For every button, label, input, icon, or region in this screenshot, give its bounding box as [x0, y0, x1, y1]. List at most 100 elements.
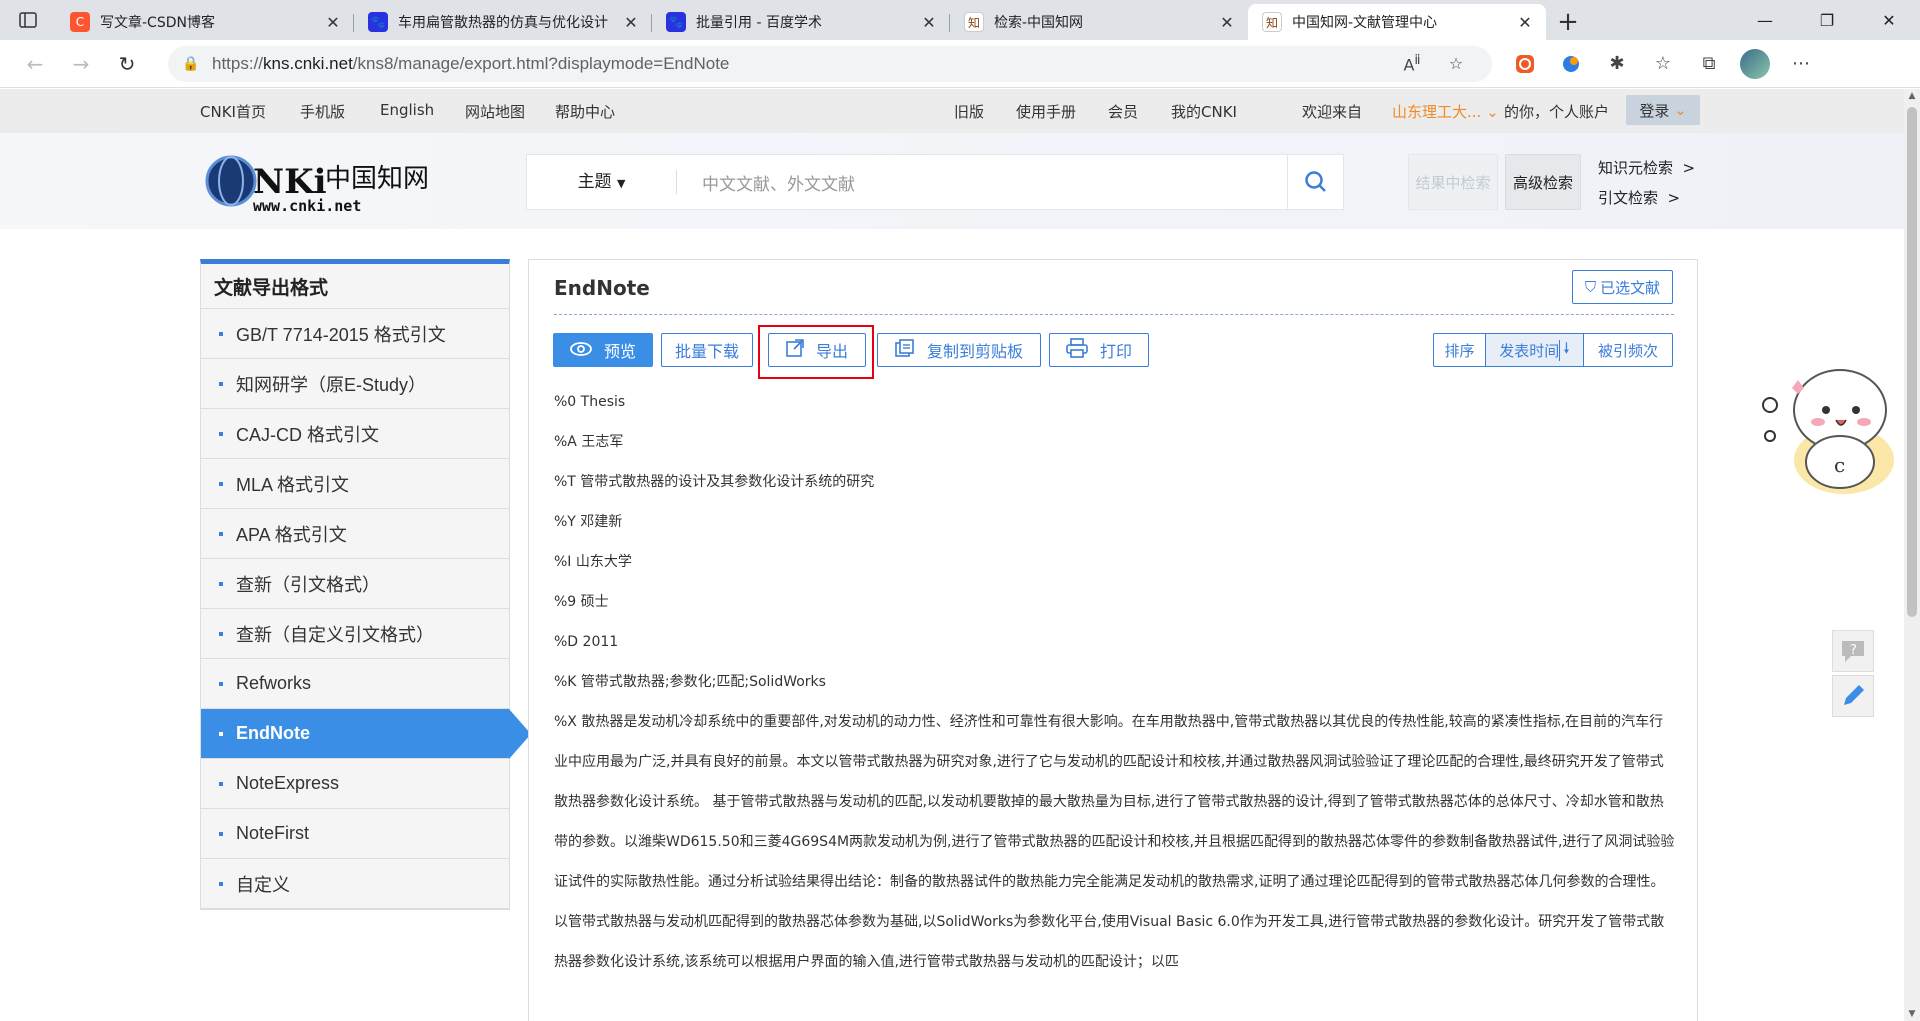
advanced-search-button[interactable]: 高级检索 — [1505, 154, 1581, 210]
ref-line: %A 王志军 — [554, 434, 624, 450]
search-button[interactable] — [1287, 155, 1343, 209]
printer-icon — [1066, 338, 1088, 362]
preview-button[interactable]: 预览 — [553, 333, 653, 367]
login-button[interactable]: 登录 ⌄ — [1626, 95, 1700, 125]
tab-actions-icon[interactable] — [0, 0, 56, 40]
search-field-select[interactable]: 主题 ▼ — [527, 170, 677, 194]
institution-dropdown[interactable]: 山东理工大... ⌄ — [1392, 101, 1499, 122]
cnki-logo[interactable]: NKi 中国知网 www.cnki.net — [203, 153, 433, 215]
clipboard-icon — [895, 339, 915, 361]
read-aloud-icon[interactable]: Aⅱ — [1390, 53, 1434, 74]
menu-item-mla[interactable]: MLA 格式引文 — [201, 459, 509, 509]
ref-line: %D 2011 — [554, 634, 619, 650]
favorites-icon[interactable]: ☆ — [1640, 44, 1686, 84]
browser-tab[interactable]: C 写文章-CSDN博客 ✕ — [56, 4, 354, 40]
menu-item-novelty-custom[interactable]: 查新（自定义引文格式） — [201, 609, 509, 659]
menu-item-estudy[interactable]: 知网研学（原E-Study） — [201, 359, 509, 409]
extension-red-icon[interactable] — [1502, 44, 1548, 84]
close-window-icon[interactable]: ✕ — [1858, 0, 1920, 40]
cnki-header: NKi 中国知网 www.cnki.net 主题 ▼ 中文文献、外文文献 结果中… — [0, 133, 1904, 229]
login-label: 登录 — [1639, 101, 1670, 120]
feedback-icon[interactable]: ? — [1832, 630, 1874, 672]
close-tab-icon[interactable]: ✕ — [1216, 13, 1238, 32]
eye-icon — [570, 341, 592, 360]
menu-item-endnote[interactable]: EndNote — [201, 709, 531, 759]
more-menu-icon[interactable]: ⋯ — [1778, 44, 1824, 84]
collections-icon[interactable]: ⧉ — [1686, 44, 1732, 84]
svg-text:中国知网: 中国知网 — [325, 164, 429, 194]
forward-icon[interactable]: → — [58, 44, 104, 84]
svg-text:?: ? — [1850, 643, 1857, 658]
mascot-image: c — [1752, 340, 1904, 500]
close-tab-icon[interactable]: ✕ — [620, 13, 642, 32]
svg-text:c: c — [1834, 453, 1845, 477]
chevron-down-icon: ⌄ — [1674, 101, 1687, 119]
extensions-puzzle-icon[interactable]: ✱ — [1594, 44, 1640, 84]
menu-item-custom[interactable]: 自定义 — [201, 859, 509, 909]
url-field[interactable]: 🔒 https://kns.cnki.net/kns8/manage/expor… — [168, 45, 1492, 82]
menu-item-caj-cd[interactable]: CAJ-CD 格式引文 — [201, 409, 509, 459]
knowledge-search-link[interactable]: 知识元检索 > — [1598, 157, 1695, 178]
ref-line: %T 管带式散热器的设计及其参数化设计系统的研究 — [554, 474, 875, 490]
edit-pencil-icon[interactable] — [1832, 675, 1874, 717]
nav-link-manual[interactable]: 使用手册 — [1016, 101, 1076, 122]
personal-account-link[interactable]: 的你，个人账户 — [1504, 101, 1609, 122]
minimize-icon[interactable]: — — [1734, 0, 1796, 40]
export-format-menu: 文献导出格式 GB/T 7714-2015 格式引文 知网研学（原E-Study… — [200, 259, 531, 910]
sort-cited-button[interactable]: 被引频次 — [1584, 334, 1672, 366]
nav-link-english[interactable]: English — [380, 101, 434, 119]
batch-download-button[interactable]: 批量下载 — [661, 333, 753, 367]
arrow-down-icon: 🠗 — [1563, 338, 1570, 357]
nav-link-member[interactable]: 会员 — [1108, 101, 1138, 122]
sort-label: 排序 — [1434, 334, 1486, 366]
nav-link-old-version[interactable]: 旧版 — [954, 101, 984, 122]
nav-link-mobile[interactable]: 手机版 — [300, 101, 345, 122]
selected-docs-button[interactable]: ⛉ 已选文献 — [1572, 270, 1673, 304]
favorite-star-icon[interactable]: ☆ — [1434, 54, 1478, 73]
endnote-record: %0 Thesis %A 王志军 %T 管带式散热器的设计及其参数化设计系统的研… — [554, 382, 1676, 982]
close-tab-icon[interactable]: ✕ — [322, 13, 344, 32]
scrollbar-thumb[interactable] — [1907, 107, 1917, 617]
close-tab-icon[interactable]: ✕ — [918, 13, 940, 32]
url-text: https://kns.cnki.net/kns8/manage/export.… — [212, 53, 730, 73]
scroll-down-icon[interactable]: ▼ — [1904, 1009, 1920, 1019]
profile-avatar[interactable] — [1740, 48, 1770, 79]
close-tab-icon[interactable]: ✕ — [1514, 13, 1536, 32]
browser-tab-active[interactable]: 知 中国知网-文献管理中心 ✕ — [1248, 4, 1546, 40]
nav-link-sitemap[interactable]: 网站地图 — [465, 101, 525, 122]
nav-link-home[interactable]: CNKI首页 — [200, 101, 266, 122]
print-button[interactable]: 打印 — [1049, 333, 1149, 367]
sort-pubtime-label: 发表时间 — [1499, 339, 1561, 361]
menu-item-notefirst[interactable]: NoteFirst — [201, 809, 509, 859]
svg-text:NKi: NKi — [253, 162, 327, 202]
back-icon[interactable]: ← — [12, 44, 58, 84]
browser-tab[interactable]: 🐾 车用扁管散热器的仿真与优化设计 ✕ — [354, 4, 652, 40]
browser-tab[interactable]: 🐾 批量引用 - 百度学术 ✕ — [652, 4, 950, 40]
menu-item-gbt7714[interactable]: GB/T 7714-2015 格式引文 — [201, 309, 509, 359]
cnki-favicon-icon: 知 — [1262, 12, 1282, 32]
ref-line: %I 山东大学 — [554, 554, 632, 570]
result-search-button[interactable]: 结果中检索 — [1408, 154, 1498, 210]
browser-tab[interactable]: 知 检索-中国知网 ✕ — [950, 4, 1248, 40]
scroll-up-icon[interactable]: ▲ — [1904, 91, 1920, 101]
menu-item-refworks[interactable]: Refworks — [201, 659, 509, 709]
restore-icon[interactable]: ❐ — [1796, 0, 1858, 40]
page-scrollbar[interactable]: ▲ ▼ — [1904, 89, 1920, 1021]
export-panel: EndNote ⛉ 已选文献 预览 批量下载 导出 复制到剪贴板 打印 排序 发表… — [528, 259, 1698, 1021]
refresh-icon[interactable]: ↻ — [104, 44, 150, 84]
search-input[interactable]: 中文文献、外文文献 — [677, 170, 1287, 195]
menu-item-noteexpress[interactable]: NoteExpress — [201, 759, 509, 809]
ref-line: %Y 邓建新 — [554, 514, 623, 530]
menu-item-apa[interactable]: APA 格式引文 — [201, 509, 509, 559]
nav-link-my-cnki[interactable]: 我的CNKI — [1171, 101, 1237, 122]
csdn-favicon-icon: C — [70, 12, 90, 32]
menu-item-novelty-citation[interactable]: 查新（引文格式） — [201, 559, 509, 609]
nav-link-help[interactable]: 帮助中心 — [555, 101, 615, 122]
extension-orb-icon[interactable] — [1548, 44, 1594, 84]
citation-search-link[interactable]: 引文检索 > — [1598, 187, 1680, 208]
search-box: 主题 ▼ 中文文献、外文文献 — [526, 154, 1344, 210]
citation-search-label: 引文检索 — [1598, 189, 1659, 207]
new-tab-icon[interactable]: + — [1546, 4, 1590, 40]
copy-clipboard-button[interactable]: 复制到剪贴板 — [877, 333, 1041, 367]
sort-pubtime-button[interactable]: 发表时间 🠗 — [1486, 334, 1584, 366]
